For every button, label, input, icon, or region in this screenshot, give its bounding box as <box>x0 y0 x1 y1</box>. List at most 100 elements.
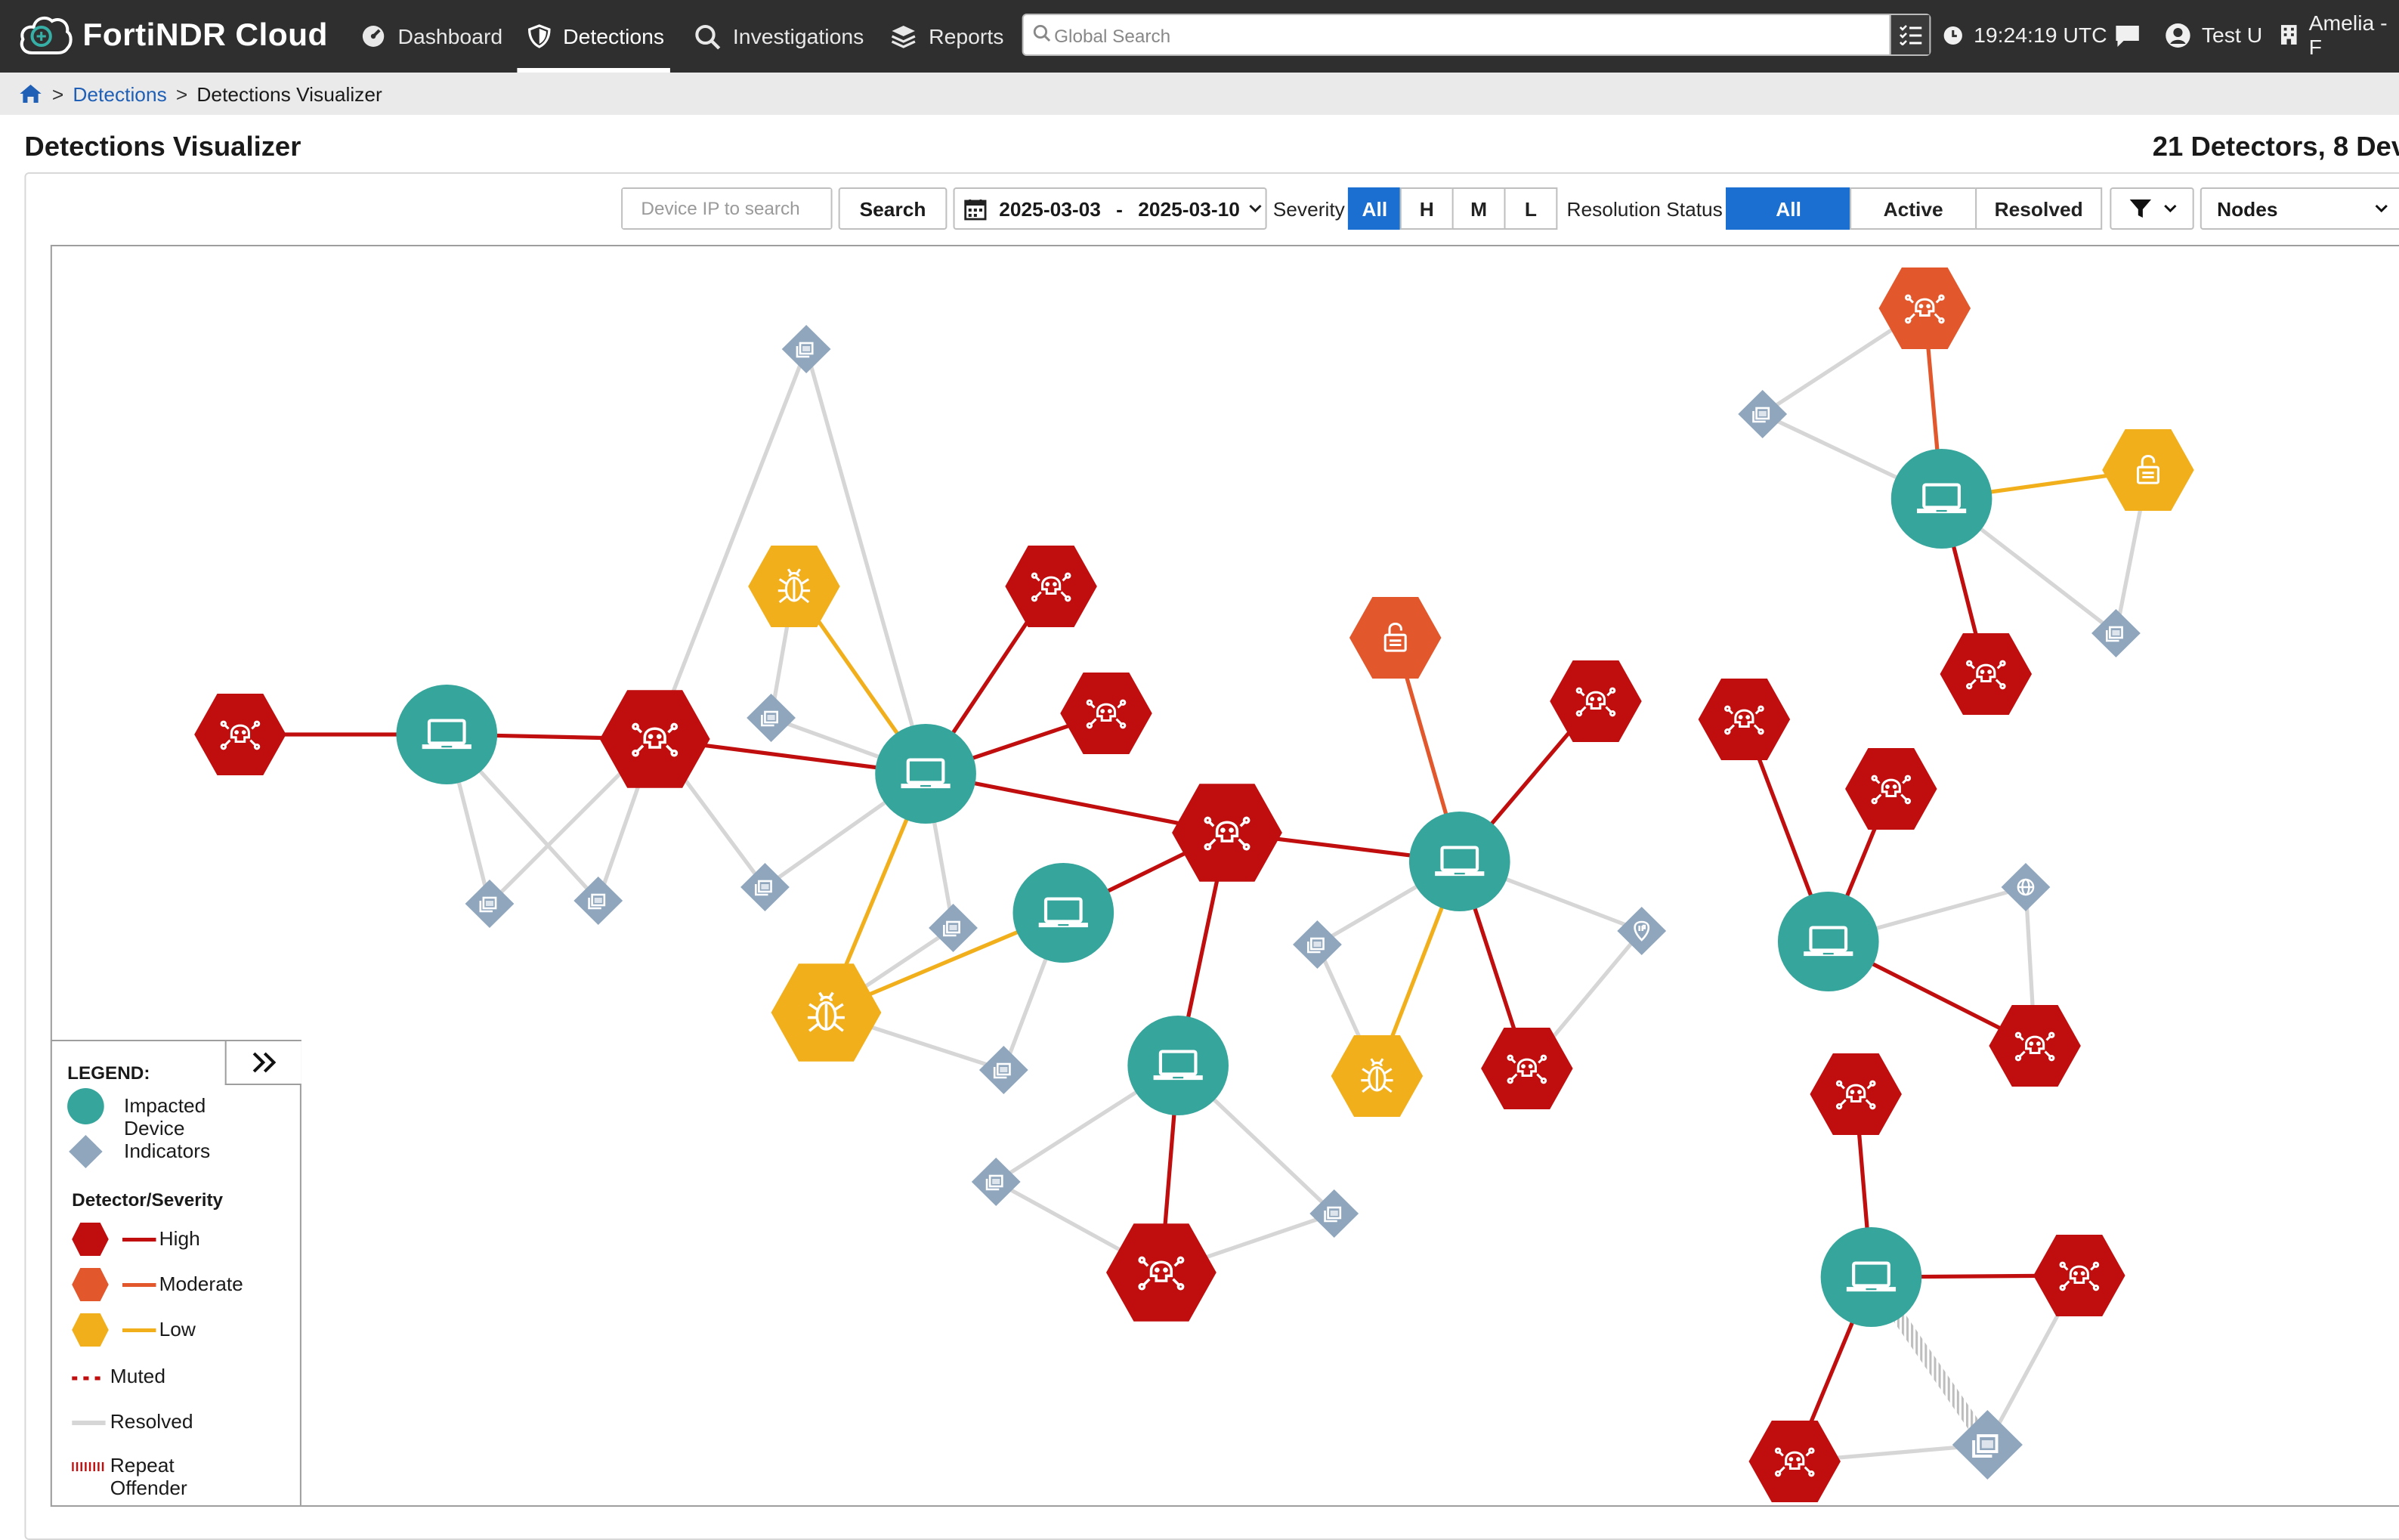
chevron-down-icon <box>2163 204 2176 213</box>
indicator-node[interactable] <box>740 863 790 911</box>
severity-all-button[interactable]: All <box>1347 187 1402 230</box>
indicator-node[interactable] <box>971 1158 1021 1206</box>
legend-high-label: High <box>159 1227 200 1250</box>
global-search[interactable] <box>1022 14 1931 56</box>
severity-high-button[interactable]: H <box>1399 187 1454 230</box>
nav-reports[interactable]: Reports <box>890 0 1003 73</box>
search-filter-button[interactable] <box>1889 15 1930 54</box>
clock: 19:24:19 UTC <box>1943 0 2107 70</box>
search-button[interactable]: Search <box>838 187 948 230</box>
indicator-node[interactable] <box>781 325 831 373</box>
detector-high-node[interactable] <box>599 690 710 788</box>
detector-low-node[interactable] <box>771 963 882 1062</box>
nav-detections[interactable]: Detections <box>517 0 670 73</box>
chevron-down-icon <box>2375 204 2388 213</box>
device-ip-field[interactable] <box>621 187 833 230</box>
indicator-node[interactable] <box>1738 390 1788 438</box>
calendar-icon <box>964 199 987 220</box>
app-name: FortiNDR Cloud <box>82 18 328 53</box>
impacted-device-node[interactable] <box>875 724 976 824</box>
detector-high-node[interactable] <box>1481 1028 1573 1109</box>
detector-high-node[interactable] <box>1106 1223 1217 1322</box>
app-logo[interactable]: FortiNDR Cloud <box>18 9 328 63</box>
messages-button[interactable] <box>2113 0 2153 70</box>
breadcrumb-detections-link[interactable]: Detections <box>73 82 166 105</box>
global-search-input[interactable] <box>1054 21 1881 51</box>
breadcrumb: > Detections > Detections Visualizer <box>0 73 2399 115</box>
user-menu[interactable]: Test U <box>2165 0 2262 70</box>
nav-dashboard[interactable]: Dashboard <box>361 0 502 73</box>
view-select-value: Nodes <box>2217 197 2278 220</box>
detections-graph[interactable] <box>50 245 2399 1507</box>
severity-medium-button[interactable]: M <box>1451 187 1506 230</box>
impacted-device-node[interactable] <box>1127 1016 1229 1115</box>
resolution-all-button[interactable]: All <box>1726 187 1852 230</box>
detector-low-node[interactable] <box>1331 1035 1424 1117</box>
detector-high-node[interactable] <box>1060 673 1152 754</box>
indicator-node[interactable] <box>1617 907 1667 955</box>
detector-high-node[interactable] <box>1845 748 1937 830</box>
detector-high-node[interactable] <box>2033 1235 2125 1316</box>
nav-investigations[interactable]: Investigations <box>694 0 864 73</box>
detector-low-node[interactable] <box>748 546 840 627</box>
breadcrumb-separator: > <box>51 82 64 105</box>
detector-moderate-node[interactable] <box>1878 267 1971 349</box>
impacted-device-node[interactable] <box>1890 449 1992 549</box>
detector-high-node[interactable] <box>1005 546 1097 627</box>
severity-label: Severity <box>1272 197 1345 220</box>
network-graph-canvas[interactable] <box>52 246 2399 1507</box>
impacted-device-node[interactable] <box>396 685 498 784</box>
detector-high-node[interactable] <box>1748 1421 1841 1502</box>
legend-moderate-label: Moderate <box>159 1273 243 1295</box>
low-line-swatch <box>122 1328 156 1332</box>
legend-muted-label: Muted <box>110 1365 165 1387</box>
legend-collapse-button[interactable] <box>224 1041 301 1085</box>
impacted-device-node[interactable] <box>1777 892 1879 991</box>
breadcrumb-separator: > <box>175 82 188 105</box>
detector-high-node[interactable] <box>1940 633 2033 715</box>
date-end: 2025-03-10 <box>1138 197 1240 220</box>
detector-high-node[interactable] <box>1989 1005 2081 1087</box>
detector-high-node[interactable] <box>1698 679 1791 760</box>
detector-moderate-node[interactable] <box>1349 597 1442 679</box>
legend-title: LEGEND: <box>67 1062 150 1084</box>
resolution-active-button[interactable]: Active <box>1850 187 1977 230</box>
date-range-picker[interactable]: 2025-03-03 - 2025-03-10 <box>953 187 1267 230</box>
indicator-node[interactable] <box>978 1046 1028 1094</box>
high-line-swatch <box>122 1238 156 1242</box>
detector-high-node[interactable] <box>194 694 286 775</box>
indicator-node[interactable] <box>1293 920 1342 969</box>
severity-filter: All H M L <box>1347 187 1558 230</box>
checklist-icon <box>1898 25 1921 45</box>
device-swatch-icon <box>67 1088 104 1124</box>
building-icon <box>2280 25 2297 45</box>
search-icon <box>695 24 721 49</box>
impacted-device-node[interactable] <box>1012 863 1114 963</box>
detector-high-node[interactable] <box>1172 784 1282 882</box>
view-select[interactable]: Nodes <box>2200 187 2399 230</box>
indicator-node[interactable] <box>747 694 796 742</box>
filter-dropdown[interactable] <box>2110 187 2194 230</box>
search-icon <box>1033 25 1051 42</box>
impacted-device-node[interactable] <box>1408 812 1510 911</box>
detector-high-node[interactable] <box>1810 1053 1902 1135</box>
double-chevron-right-icon <box>252 1052 276 1073</box>
indicator-node[interactable] <box>2091 609 2141 657</box>
legend-repeat-offender-label: Repeat Offender <box>110 1454 187 1499</box>
detector-low-node[interactable] <box>2102 429 2194 511</box>
severity-low-button[interactable]: L <box>1504 187 1558 230</box>
resolution-resolved-button[interactable]: Resolved <box>1975 187 2103 230</box>
detection-summary: 21 Detectors, 8 Devices <box>2152 131 2399 162</box>
page-title: Detections Visualizer <box>24 131 301 162</box>
account-menu[interactable]: Amelia - F <box>2280 0 2399 70</box>
indicator-node[interactable] <box>2001 863 2051 911</box>
top-bar: FortiNDR Cloud Dashboard Detections Inve… <box>0 0 2399 73</box>
detector-high-node[interactable] <box>1550 660 1642 742</box>
edge-resolved[interactable] <box>653 348 808 740</box>
chat-icon <box>2116 25 2139 46</box>
impacted-device-node[interactable] <box>1820 1227 1922 1327</box>
legend-severity-heading: Detector/Severity <box>72 1189 224 1211</box>
home-icon[interactable] <box>18 83 42 104</box>
device-ip-input[interactable] <box>623 189 831 228</box>
indicator-node[interactable] <box>929 904 978 952</box>
